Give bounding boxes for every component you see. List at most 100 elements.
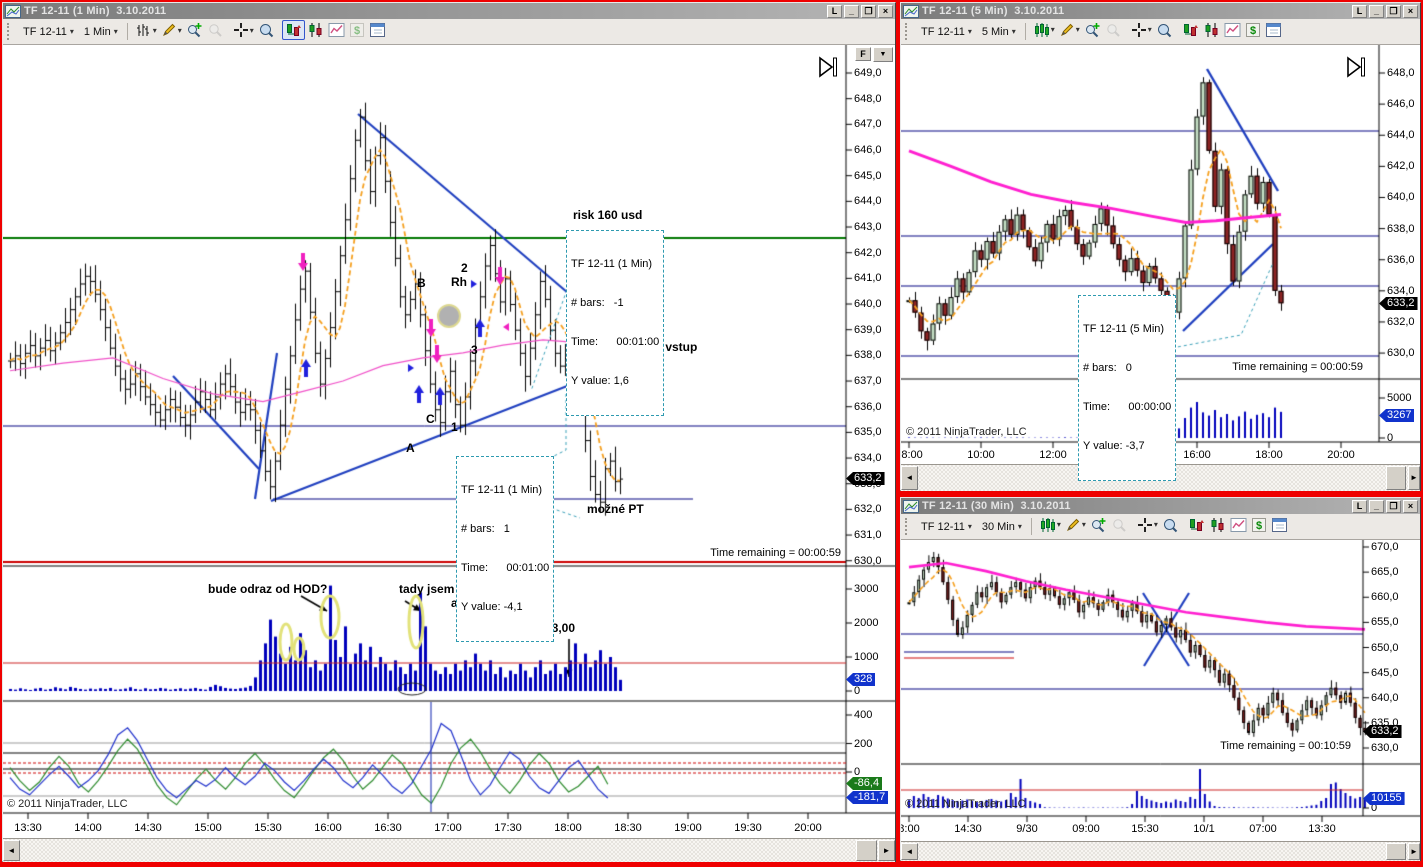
volume-tick-label: 2000 — [854, 617, 879, 629]
scrollbar-thumb[interactable] — [1386, 843, 1406, 860]
price-chart-canvas[interactable] — [3, 45, 895, 839]
maximize-button[interactable]: ❐ — [1386, 4, 1401, 18]
bar-updown-icon[interactable] — [281, 20, 305, 40]
instrument-dropdown[interactable]: TF 12-11 ▾ — [19, 24, 78, 40]
scrollbar-thumb[interactable] — [1386, 466, 1406, 490]
chart-toolbar: TF 12-11 ▾ 5 Min ▾ ▾ ▾ ▾ $ — [901, 19, 1420, 45]
zoom-region-icon[interactable] — [1154, 21, 1174, 39]
last-price-badge: 633,2 — [1379, 297, 1418, 310]
price-tick-label: 644,0 — [854, 195, 882, 208]
close-button[interactable]: × — [878, 4, 893, 18]
last-price-badge: 633,2 — [1363, 725, 1402, 738]
data-box-time: Time: 00:00:00 — [1083, 401, 1172, 413]
scroll-right-button[interactable]: ► — [1408, 466, 1420, 490]
go-to-last-bar-icon[interactable] — [816, 55, 840, 84]
hod-annotation: bude odraz od HOD? — [208, 582, 328, 596]
price-tick-label: 643,0 — [854, 221, 882, 234]
pencil-draw-icon[interactable]: ▾ — [1063, 516, 1088, 534]
instrument-label: TF 12-11 — [23, 25, 67, 38]
minimize-button[interactable]: _ — [1369, 4, 1384, 18]
series-dropdown-button[interactable]: ▼ — [873, 47, 893, 62]
bar-updown-icon[interactable] — [1186, 516, 1207, 534]
line-chart-icon[interactable] — [1222, 21, 1243, 39]
crosshair-icon[interactable]: ▾ — [1129, 21, 1154, 39]
instrument-dropdown[interactable]: TF 12-11 ▾ — [917, 519, 976, 535]
candlestick-chart-icon[interactable] — [1207, 516, 1228, 534]
toolbar-grip[interactable] — [905, 23, 912, 40]
maximize-button[interactable]: ❐ — [861, 4, 876, 18]
candlestick-chart-icon[interactable] — [305, 21, 326, 39]
time-tick-label: 16:00 — [314, 822, 342, 834]
link-button[interactable]: L — [1352, 499, 1367, 513]
data-box-lower: TF 12-11 (1 Min) # bars: 1 Time: 00:01:0… — [456, 456, 555, 642]
time-tick-label: 07:00 — [1249, 823, 1277, 835]
zoom-in-plus-icon[interactable] — [184, 21, 205, 39]
zoom-in-plus-icon[interactable] — [1088, 516, 1109, 534]
scroll-right-button[interactable]: ► — [1408, 843, 1420, 860]
maximize-button[interactable]: ❐ — [1386, 499, 1401, 513]
scrollbar-thumb[interactable] — [856, 840, 877, 861]
data-panel-icon[interactable] — [1263, 21, 1284, 39]
zoom-region-icon[interactable] — [256, 21, 276, 39]
chart-style-candles-icon[interactable]: ▾ — [1037, 516, 1063, 534]
link-button[interactable]: L — [827, 4, 842, 18]
toolbar-separator — [1030, 518, 1032, 535]
scroll-left-button[interactable]: ◄ — [901, 466, 918, 490]
minimize-button[interactable]: _ — [844, 4, 859, 18]
focus-button[interactable]: F — [855, 47, 871, 61]
data-panel-icon[interactable] — [1269, 516, 1290, 534]
chevron-down-icon: ▾ — [1017, 522, 1022, 531]
scroll-right-button[interactable]: ► — [878, 840, 895, 861]
line-chart-icon[interactable] — [326, 21, 347, 39]
price-tick-label: 637,0 — [854, 375, 882, 388]
dollar-icon[interactable]: $ — [1249, 516, 1269, 534]
titlebar[interactable]: TF 12-11 (1 Min) 3.10.2011 L _ ❐ × — [3, 3, 895, 19]
bar-updown-icon[interactable] — [1180, 21, 1201, 39]
data-box-time: Time: 00:01:00 — [461, 562, 550, 574]
interval-dropdown[interactable]: 5 Min ▾ — [978, 24, 1020, 40]
interval-dropdown[interactable]: 30 Min ▾ — [978, 519, 1026, 535]
scroll-left-button[interactable]: ◄ — [3, 840, 20, 861]
pencil-draw-icon[interactable]: ▾ — [159, 21, 184, 39]
data-panel-icon[interactable] — [367, 21, 388, 39]
zoom-in-plus-icon[interactable] — [1082, 21, 1103, 39]
horizontal-scrollbar[interactable]: ◄ ► — [901, 841, 1420, 861]
close-button[interactable]: × — [1403, 4, 1418, 18]
time-tick-label: 20:00 — [1327, 449, 1355, 461]
minimize-button[interactable]: _ — [1369, 499, 1384, 513]
price-chart-canvas[interactable] — [901, 540, 1420, 842]
time-tick-label: 17:00 — [434, 822, 462, 834]
go-to-last-bar-icon[interactable] — [1344, 55, 1368, 84]
time-tick-label: 14:00 — [74, 822, 102, 834]
wave-label: A — [406, 441, 415, 455]
interval-dropdown[interactable]: 1 Min ▾ — [80, 24, 122, 40]
line-chart-icon[interactable] — [1228, 516, 1249, 534]
time-tick-label: 16:00 — [1183, 449, 1211, 461]
titlebar[interactable]: TF 12-11 (5 Min) 3.10.2011 L _ ❐ × — [901, 3, 1420, 19]
price-tick-label: 634,0 — [854, 452, 882, 465]
chart-style-candles-icon[interactable]: ▾ — [1031, 21, 1057, 39]
toolbar-grip[interactable] — [7, 23, 14, 40]
chart-toolbar: TF 12-11 ▾ 30 Min ▾ ▾ ▾ ▾ $ — [901, 514, 1420, 540]
horizontal-scrollbar[interactable]: ◄ ► — [3, 838, 895, 862]
price-tick-label: 640,0 — [1371, 691, 1399, 704]
titlebar[interactable]: TF 12-11 (30 Min) 3.10.2011 L _ ❐ × — [901, 498, 1420, 514]
crosshair-icon[interactable]: ▾ — [1135, 516, 1160, 534]
time-tick-label: 13:30 — [14, 822, 42, 834]
candlestick-chart-icon[interactable] — [1201, 21, 1222, 39]
link-button[interactable]: L — [1352, 4, 1367, 18]
dollar-icon[interactable]: $ — [1243, 21, 1263, 39]
chart-style-bars-icon[interactable]: ▾ — [133, 21, 159, 39]
pencil-draw-icon[interactable]: ▾ — [1057, 21, 1082, 39]
time-tick-label: 17:30 — [494, 822, 522, 834]
scroll-left-button[interactable]: ◄ — [901, 843, 918, 860]
price-tick-label: 660,0 — [1371, 591, 1399, 604]
close-button[interactable]: × — [1403, 499, 1418, 513]
chart-area: 670,0 665,0 660,0 655,0 650,0 645,0 640,0 635,0… — [901, 540, 1420, 861]
instrument-dropdown[interactable]: TF 12-11 ▾ — [917, 24, 976, 40]
volume-badge: 10155 — [1363, 792, 1405, 805]
crosshair-icon[interactable]: ▾ — [231, 21, 256, 39]
toolbar-grip[interactable] — [905, 518, 912, 535]
zoom-region-icon[interactable] — [1160, 516, 1180, 534]
price-tick-label: 648,0 — [854, 92, 882, 105]
